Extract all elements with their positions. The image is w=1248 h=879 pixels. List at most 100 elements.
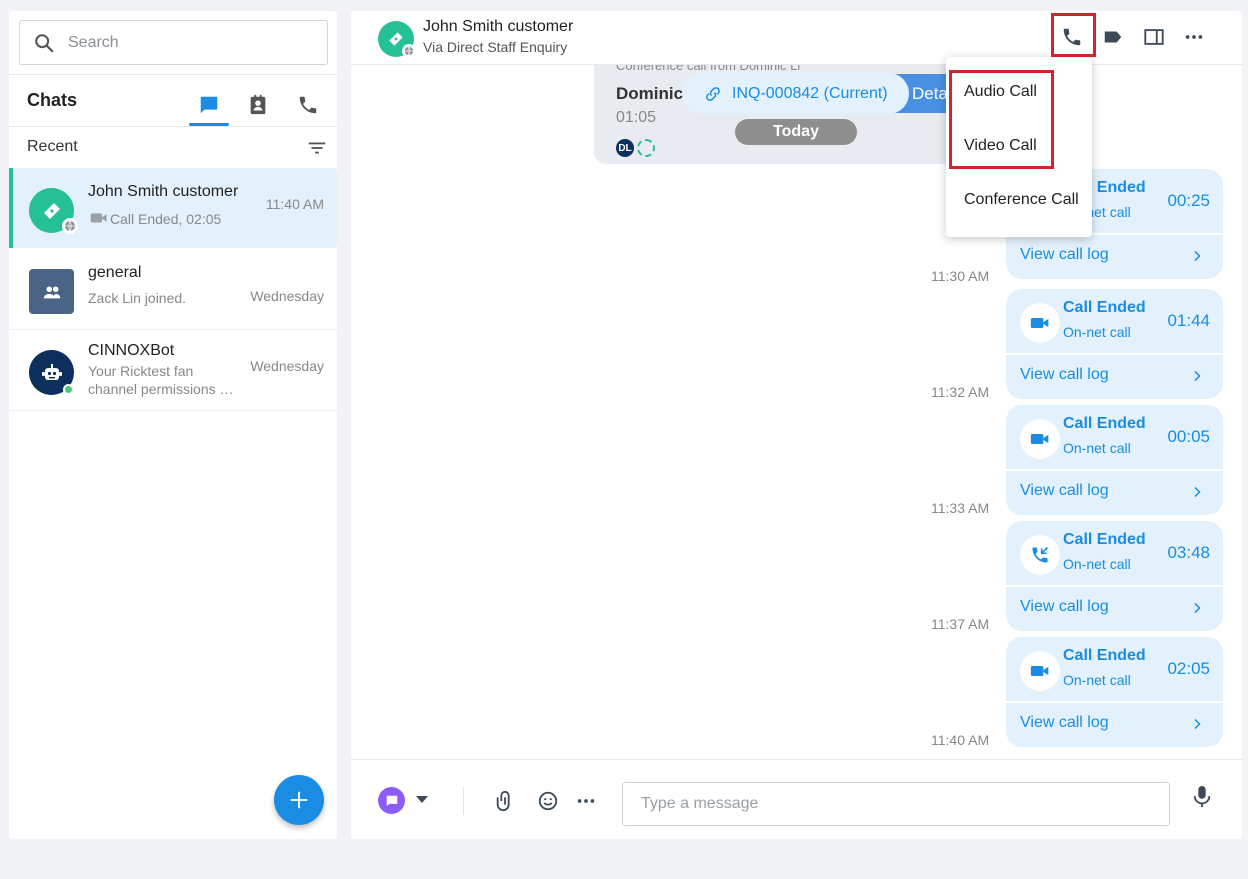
conference-duration: 01:05 [616,109,657,126]
attachment-icon[interactable] [492,788,518,814]
conversation-name: John Smith customer [88,183,239,200]
participant-avatar: DL [616,139,634,157]
video-call-icon [1020,419,1060,459]
divider [9,74,337,75]
audio-call-menu-item[interactable]: Audio Call [964,83,1037,101]
call-status: Call Ended [1063,647,1146,664]
chats-title: Chats [27,90,78,110]
group-avatar-icon [29,269,74,314]
divider [9,126,337,127]
conference-title: Conference call from Dominic Li [616,65,801,73]
inquiry-label: INQ-000842 (Current) [732,84,888,102]
contact-source: Via Direct Staff Enquiry [423,39,568,55]
message-list[interactable]: Conference call from Dominic Li Dominic … [351,65,1242,759]
call-duration: 02:05 [1167,659,1210,678]
conversation-preview-line2: channel permissions … [88,381,234,397]
call-duration: 03:48 [1167,543,1210,562]
call-type: On-net call [1063,324,1131,340]
caret-down-icon[interactable] [414,792,430,808]
call-duration: 00:05 [1167,427,1210,446]
online-status-dot [63,384,74,395]
inquiry-link-pill[interactable]: INQ-000842 (Current) [682,73,909,114]
chevron-right-icon[interactable] [1191,717,1203,735]
divider [9,410,337,411]
message-time: 11:40 AM [931,732,990,748]
message-time: 11:37 AM [931,616,990,632]
conversation-item[interactable]: CINNOXBot Your Ricktest fan channel perm… [9,330,337,410]
call-log-card: Call Ended On-net call 02:05 View call l… [1006,637,1223,747]
contact-name: John Smith customer [423,18,574,35]
conference-call-menu-item[interactable]: Conference Call [964,191,1079,209]
phone-callback-icon [1020,535,1060,575]
view-call-log-link[interactable]: View call log [1020,482,1109,500]
message-time: 11:33 AM [931,500,990,516]
chevron-right-icon[interactable] [1191,249,1203,267]
microphone-icon[interactable] [1189,782,1215,812]
call-button[interactable] [1058,23,1086,51]
video-call-icon [1020,651,1060,691]
call-type: On-net call [1063,440,1131,456]
conversation-preview: Zack Lin joined. [88,290,187,306]
conversation-name: CINNOXBot [88,342,175,359]
divider [463,787,464,815]
conversation-time: 11:40 AM [265,196,324,212]
video-call-icon [90,211,108,230]
more-horizontal-icon [1185,35,1203,39]
conference-caller-name: Dominic [616,84,684,103]
call-duration: 01:44 [1167,311,1210,330]
divider [1006,469,1223,471]
chats-tab-icon[interactable] [189,85,229,125]
plus-icon [290,791,308,809]
message-composer [351,759,1242,839]
conversation-name: general [88,264,142,281]
divider [1006,353,1223,355]
chevron-right-icon[interactable] [1191,369,1203,387]
link-icon [706,86,720,101]
contacts-tab-icon[interactable] [238,85,278,125]
participant-avatar-pending [637,139,655,157]
conversation-preview: Your Ricktest fan [88,363,194,379]
call-type: On-net call [1063,556,1131,572]
new-chat-button[interactable] [274,775,324,825]
search-input[interactable] [68,31,308,55]
view-call-log-link[interactable]: View call log [1020,598,1109,616]
tag-button[interactable] [1099,23,1127,51]
channel-selector-icon[interactable] [378,787,405,814]
call-log-card: Call Ended On-net call 03:48 View call l… [1006,521,1223,631]
view-call-log-link[interactable]: View call log [1020,366,1109,384]
call-type-menu: Audio Call Video Call Conference Call [946,57,1092,237]
message-time: 11:30 AM [931,268,990,284]
conversation-panel: John Smith customer Via Direct Staff Enq… [351,11,1242,839]
chat-header: John Smith customer Via Direct Staff Enq… [351,11,1242,65]
call-status: Call Ended [1063,531,1146,548]
divider [1006,585,1223,587]
call-duration: 00:25 [1167,191,1210,210]
search-icon [33,32,55,59]
filter-icon[interactable] [306,137,328,164]
conversation-item[interactable]: John Smith customer Call Ended, 02:05 11… [9,168,337,248]
calls-tab-icon[interactable] [288,85,328,125]
call-status: Call Ended [1063,415,1146,432]
globe-icon [402,44,416,58]
call-log-card: Call Ended On-net call 01:44 View call l… [1006,289,1223,399]
video-call-menu-item[interactable]: Video Call [964,137,1037,155]
video-call-icon [1020,303,1060,343]
conversation-item[interactable]: general Zack Lin joined. Wednesday [9,249,337,329]
call-type: On-net call [1063,672,1131,688]
emoji-icon[interactable] [535,788,561,814]
view-call-log-link[interactable]: View call log [1020,246,1109,264]
more-horizontal-icon[interactable] [573,788,599,814]
view-call-log-link[interactable]: View call log [1020,714,1109,732]
call-log-card: Call Ended On-net call 00:05 View call l… [1006,405,1223,515]
more-options-button[interactable] [1180,23,1208,51]
chevron-right-icon[interactable] [1191,601,1203,619]
side-panel-toggle[interactable] [1140,23,1168,51]
message-input[interactable] [622,782,1170,826]
chat-list-panel: Chats Recent John Smith customer Call En… [9,11,337,839]
date-divider: Today [735,119,857,145]
search-box[interactable] [19,20,328,65]
label-icon [1104,31,1122,43]
recent-label: Recent [27,138,78,155]
chevron-right-icon[interactable] [1191,485,1203,503]
divider [1006,701,1223,703]
